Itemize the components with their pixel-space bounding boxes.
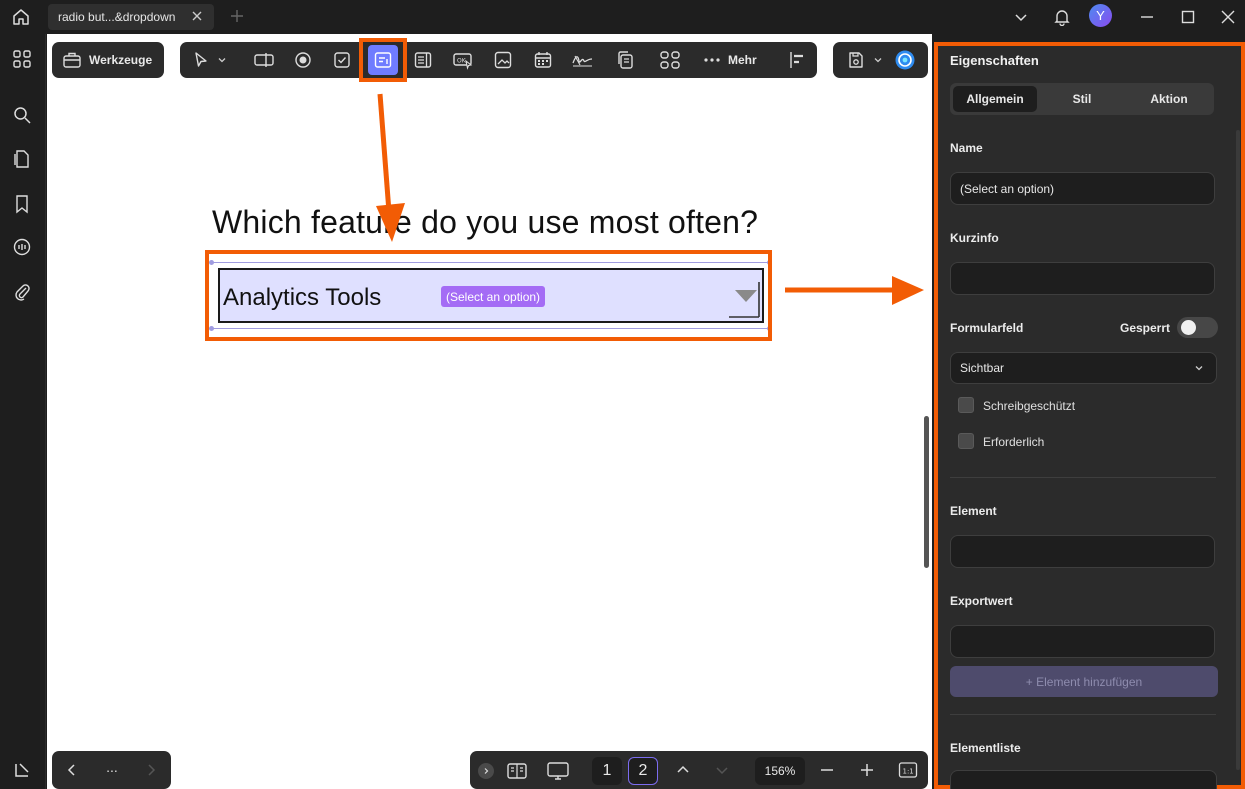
page-2-button[interactable]: 2 xyxy=(628,757,658,785)
history-more-button[interactable]: ... xyxy=(104,760,120,778)
name-input[interactable]: (Select an option) xyxy=(950,172,1215,205)
zoom-level[interactable]: 156% xyxy=(755,757,805,785)
reading-mode-icon[interactable] xyxy=(506,761,528,781)
panel-scrollbar[interactable] xyxy=(1236,130,1240,770)
signature-tool-icon[interactable] xyxy=(570,47,596,73)
save-form-chevron-icon[interactable] xyxy=(869,47,887,73)
document-tab[interactable]: radio but...&dropdown xyxy=(48,4,214,30)
page-1-button[interactable]: 1 xyxy=(592,757,622,785)
element-label: Element xyxy=(950,504,997,518)
button-tool-icon[interactable]: OK xyxy=(450,47,476,73)
formfield-label: Formularfeld xyxy=(950,321,1024,335)
zoom-out-icon[interactable] xyxy=(819,762,835,778)
copy-fields-icon[interactable] xyxy=(612,47,638,73)
zoom-in-icon[interactable] xyxy=(859,762,875,778)
comments-icon[interactable] xyxy=(11,236,33,258)
thumbnails-icon[interactable] xyxy=(11,48,33,70)
chevron-down-icon[interactable] xyxy=(1009,5,1033,29)
add-element-button[interactable]: + Element hinzufügen xyxy=(950,666,1218,697)
grid-tool-icon[interactable] xyxy=(657,47,683,73)
previous-page-icon[interactable] xyxy=(675,762,691,778)
new-tab-icon[interactable] xyxy=(228,7,246,25)
actual-size-icon[interactable]: 1:1 xyxy=(898,761,918,779)
toolbox-icon xyxy=(62,50,82,70)
app-logo-icon[interactable] xyxy=(11,759,33,781)
required-label: Erforderlich xyxy=(983,435,1045,449)
minimize-icon[interactable] xyxy=(1135,5,1159,29)
bookmark-icon[interactable] xyxy=(11,193,33,215)
annotation-highlight-dropdown xyxy=(205,250,772,341)
next-page-icon[interactable] xyxy=(714,762,730,778)
tab-general[interactable]: Allgemein xyxy=(953,86,1037,112)
date-tool-icon[interactable] xyxy=(530,47,556,73)
locked-toggle-knob xyxy=(1181,320,1196,335)
readonly-checkbox[interactable] xyxy=(958,397,974,413)
tools-label: Werkzeuge xyxy=(89,53,153,67)
element-list-label: Elementliste xyxy=(950,741,1021,755)
maximize-icon[interactable] xyxy=(1176,5,1200,29)
name-label: Name xyxy=(950,141,983,155)
ai-assistant-icon[interactable] xyxy=(892,47,918,73)
visibility-select[interactable]: Sichtbar xyxy=(950,352,1217,384)
required-checkbox[interactable] xyxy=(958,433,974,449)
avatar[interactable]: Y xyxy=(1089,4,1112,27)
forward-arrow-icon[interactable] xyxy=(143,762,159,778)
presentation-icon[interactable] xyxy=(546,761,570,781)
section-divider xyxy=(950,714,1216,715)
save-form-icon[interactable] xyxy=(843,47,869,73)
list-box-tool-icon[interactable] xyxy=(410,47,436,73)
bell-icon[interactable] xyxy=(1050,5,1074,29)
locked-label: Gesperrt xyxy=(1120,321,1171,335)
section-divider xyxy=(950,477,1216,478)
align-left-icon[interactable] xyxy=(784,47,810,73)
more-label: Mehr xyxy=(728,53,757,67)
question-heading: Which feature do you use most often? xyxy=(212,204,759,240)
annotation-arrow-down xyxy=(374,92,408,244)
visibility-value: Sichtbar xyxy=(960,361,1005,375)
element-list-box[interactable] xyxy=(950,770,1217,789)
attachment-icon[interactable] xyxy=(11,281,33,303)
radio-button-tool-icon[interactable] xyxy=(290,47,316,73)
svg-text:OK: OK xyxy=(457,58,467,65)
visibility-chevron-icon xyxy=(1194,363,1204,373)
expand-bar-icon[interactable] xyxy=(478,763,494,779)
select-chevron-icon[interactable] xyxy=(212,47,232,73)
document-canvas[interactable] xyxy=(47,34,932,789)
element-input[interactable] xyxy=(950,535,1215,568)
text-field-tool-icon[interactable] xyxy=(251,47,277,73)
export-value-label: Exportwert xyxy=(950,594,1013,608)
more-button[interactable]: Mehr xyxy=(703,50,757,70)
tooltip-label: Kurzinfo xyxy=(950,231,999,245)
back-arrow-icon[interactable] xyxy=(64,762,80,778)
tools-button[interactable]: Werkzeuge xyxy=(62,50,160,70)
tooltip-input[interactable] xyxy=(950,262,1215,295)
select-tool-icon[interactable] xyxy=(188,47,214,73)
document-tab-title: radio but...&dropdown xyxy=(58,10,176,24)
more-dots-icon xyxy=(703,57,721,63)
close-tab-icon[interactable] xyxy=(190,9,204,23)
search-icon[interactable] xyxy=(11,104,33,126)
close-window-icon[interactable] xyxy=(1216,5,1240,29)
vertical-scrollbar[interactable] xyxy=(924,416,929,568)
tab-style[interactable]: Stil xyxy=(1040,86,1124,112)
tab-action[interactable]: Aktion xyxy=(1127,86,1211,112)
svg-text:1:1: 1:1 xyxy=(903,768,914,776)
pages-icon[interactable] xyxy=(11,148,33,170)
image-tool-icon[interactable] xyxy=(490,47,516,73)
export-value-input[interactable] xyxy=(950,625,1215,658)
readonly-label: Schreibgeschützt xyxy=(983,399,1076,413)
annotation-highlight-tool xyxy=(359,38,407,82)
checkbox-tool-icon[interactable] xyxy=(329,47,355,73)
annotation-arrow-right xyxy=(785,275,925,307)
home-icon[interactable] xyxy=(8,6,34,28)
properties-title: Eigenschaften xyxy=(950,53,1039,68)
